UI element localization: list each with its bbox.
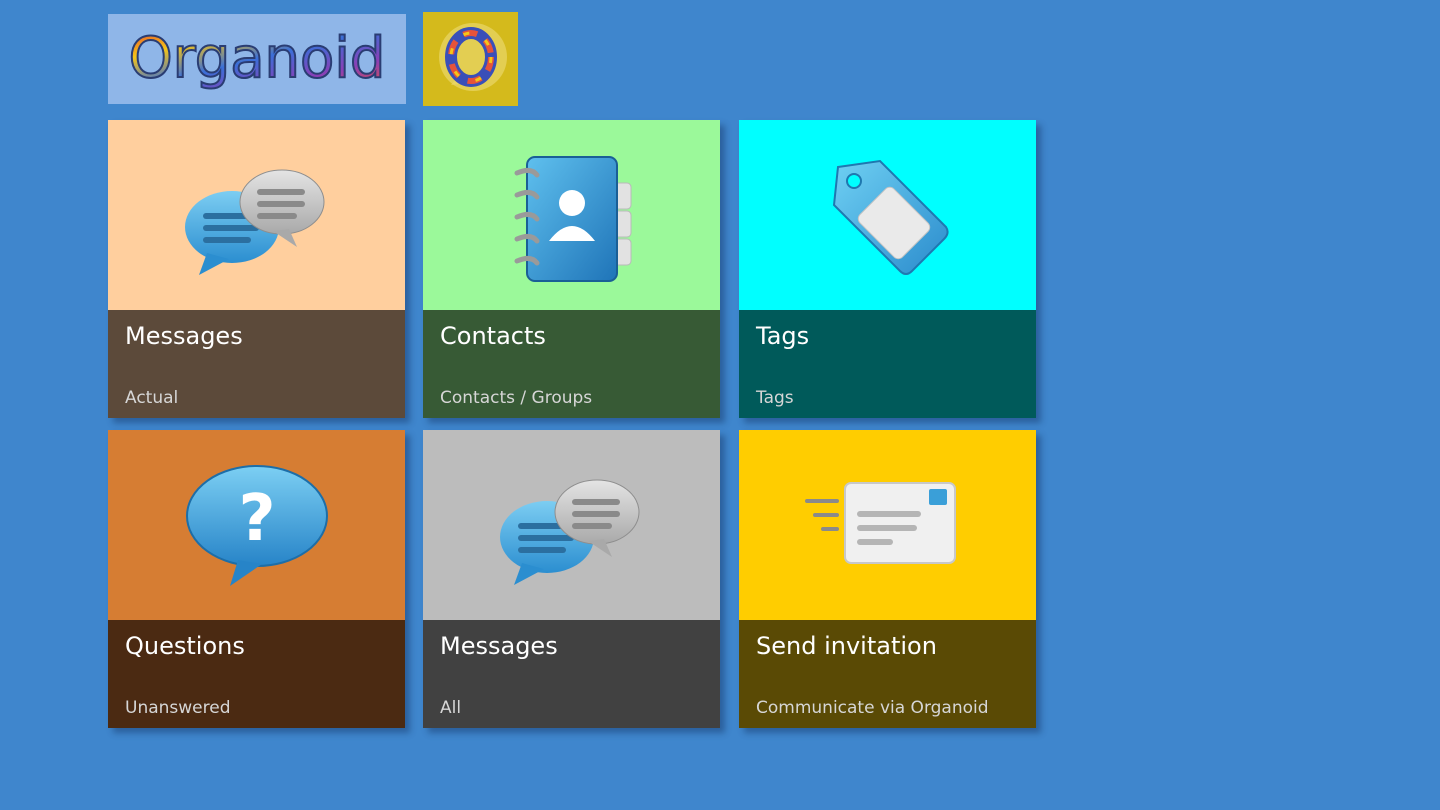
chat-bubbles-icon bbox=[499, 479, 639, 585]
tile-title: Send invitation bbox=[756, 632, 937, 660]
tile-icon-area bbox=[423, 120, 720, 310]
tile-contacts[interactable]: Contacts Contacts / Groups bbox=[423, 120, 720, 418]
tile-icon-area bbox=[739, 120, 1036, 310]
tile-subtitle: Tags bbox=[756, 388, 794, 408]
tile-messages-all[interactable]: Messages All bbox=[423, 430, 720, 728]
svg-text:?: ? bbox=[238, 482, 275, 556]
tile-subtitle: Contacts / Groups bbox=[440, 388, 593, 408]
tile-caption: Tags Tags bbox=[739, 310, 1036, 418]
start-screen: Organoid Messages Actual Contacts Contac… bbox=[0, 0, 1440, 810]
tile-tags[interactable]: Tags Tags bbox=[739, 120, 1036, 418]
tile-subtitle: All bbox=[440, 698, 462, 718]
tile-title: Messages bbox=[125, 322, 243, 350]
tile-questions[interactable]: ? Questions Unanswered bbox=[108, 430, 405, 728]
chat-bubbles-icon bbox=[184, 169, 324, 275]
tile-icon-area: ? bbox=[108, 430, 405, 620]
organoid-wordmark-icon: Organoid bbox=[128, 25, 387, 92]
tile-icon-area bbox=[423, 430, 720, 620]
tile-icon-area bbox=[108, 120, 405, 310]
tile-caption: Messages All bbox=[423, 620, 720, 728]
tile-subtitle: Communicate via Organoid bbox=[756, 698, 989, 718]
tile-messages-actual[interactable]: Messages Actual bbox=[108, 120, 405, 418]
tile-caption: Questions Unanswered bbox=[108, 620, 405, 728]
tile-caption: Messages Actual bbox=[108, 310, 405, 418]
tile-title: Messages bbox=[440, 632, 558, 660]
address-book-icon bbox=[514, 156, 631, 282]
tile-caption: Contacts Contacts / Groups bbox=[423, 310, 720, 418]
tile-caption: Send invitation Communicate via Organoid bbox=[739, 620, 1036, 728]
tile-title: Contacts bbox=[440, 322, 546, 350]
send-mail-icon bbox=[804, 482, 956, 564]
app-logo: Organoid bbox=[108, 14, 406, 104]
tile-title: Tags bbox=[756, 322, 810, 350]
tile-send-invitation[interactable]: Send invitation Communicate via Organoid bbox=[739, 430, 1036, 728]
tile-subtitle: Unanswered bbox=[125, 698, 231, 718]
organoid-o-logo-icon bbox=[423, 12, 518, 106]
tile-icon-area bbox=[739, 430, 1036, 620]
question-bubble-icon: ? bbox=[185, 465, 328, 586]
tag-icon bbox=[832, 159, 949, 275]
tile-title: Questions bbox=[125, 632, 245, 660]
tile-subtitle: Actual bbox=[125, 388, 179, 408]
svg-text:Organoid: Organoid bbox=[129, 26, 386, 91]
